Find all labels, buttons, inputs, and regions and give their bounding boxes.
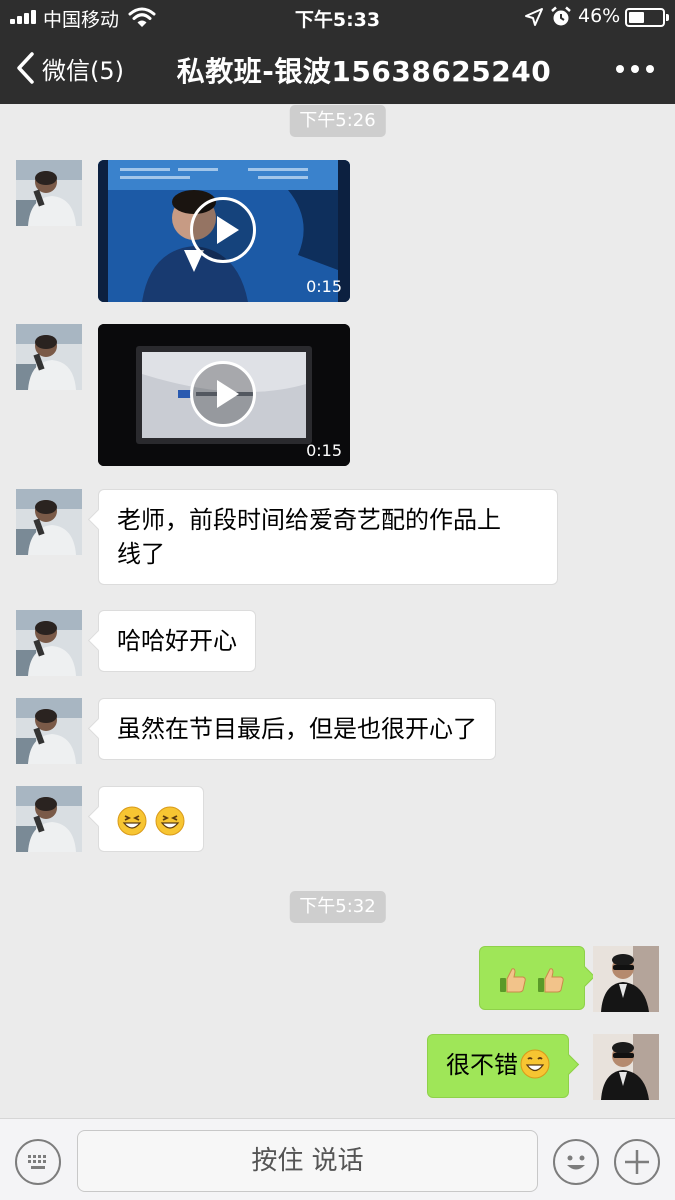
message-bubble[interactable]: 虽然在节目最后，但是也很开心了 bbox=[98, 698, 496, 760]
emoji-button[interactable] bbox=[553, 1139, 599, 1185]
timestamp-label: 下午5:26 bbox=[289, 105, 386, 137]
header: 中国移动 下午5:33 46% 微信(5) 私教班-银波15638625240 bbox=[0, 0, 675, 104]
message-text: 很不错 bbox=[446, 1051, 518, 1079]
message-bubble[interactable]: 哈哈好开心 bbox=[98, 610, 256, 672]
more-functions-button[interactable] bbox=[614, 1139, 660, 1185]
keyboard-toggle-button[interactable] bbox=[15, 1139, 61, 1185]
video-duration: 0:15 bbox=[306, 277, 342, 296]
message-text: 线了 bbox=[117, 540, 165, 568]
grin-emoji-icon bbox=[117, 806, 147, 836]
keyboard-icon bbox=[28, 1155, 46, 1169]
my-avatar[interactable] bbox=[593, 946, 659, 1012]
contact-avatar[interactable] bbox=[16, 489, 82, 555]
hold-to-talk-button[interactable]: 按住 说话 bbox=[77, 1130, 538, 1192]
grin-emoji-icon bbox=[155, 806, 185, 836]
contact-avatar[interactable] bbox=[16, 786, 82, 852]
input-bar: 按住 说话 bbox=[0, 1118, 675, 1200]
sent-message-bubble[interactable]: 很不错 bbox=[427, 1034, 569, 1098]
contact-avatar[interactable] bbox=[16, 610, 82, 676]
my-avatar[interactable] bbox=[593, 1034, 659, 1100]
chat-title: 私教班-银波15638625240 bbox=[176, 55, 552, 88]
contact-avatar[interactable] bbox=[16, 698, 82, 764]
contact-avatar[interactable] bbox=[16, 324, 82, 390]
status-time: 下午5:33 bbox=[294, 9, 381, 31]
battery-level bbox=[629, 12, 644, 23]
contact-avatar[interactable] bbox=[16, 160, 82, 226]
play-icon[interactable] bbox=[190, 361, 256, 427]
message-bubble[interactable] bbox=[98, 786, 204, 852]
message-text: 哈哈好开心 bbox=[117, 627, 237, 655]
thumbs-up-emoji-icon bbox=[537, 968, 564, 993]
grin-emoji-icon bbox=[520, 1049, 550, 1079]
alarm-clock-icon bbox=[551, 6, 571, 26]
thumbs-up-emoji-icon bbox=[500, 968, 526, 993]
video-duration: 0:15 bbox=[306, 441, 342, 460]
battery-icon bbox=[625, 8, 669, 27]
plus-icon bbox=[625, 1150, 649, 1174]
message-text: 虽然在节目最后，但是也很开心了 bbox=[117, 715, 477, 743]
play-icon[interactable] bbox=[190, 197, 256, 263]
message-bubble[interactable]: 老师，前段时间给爱奇艺配的作品上 线了 bbox=[98, 489, 558, 585]
video-message[interactable]: 0:15 bbox=[98, 160, 350, 302]
message-text: 老师，前段时间给爱奇艺配的作品上 bbox=[117, 506, 501, 534]
video-message[interactable]: 0:15 bbox=[98, 324, 350, 466]
battery-percent: 46% bbox=[578, 5, 621, 27]
sent-message-bubble[interactable] bbox=[479, 946, 585, 1010]
location-arrow-icon bbox=[525, 8, 543, 26]
status-bar: 中国移动 下午5:33 46% bbox=[0, 0, 675, 34]
smiley-icon bbox=[567, 1155, 585, 1170]
more-options-icon[interactable] bbox=[612, 60, 658, 78]
timestamp-label: 下午5:32 bbox=[289, 891, 386, 923]
